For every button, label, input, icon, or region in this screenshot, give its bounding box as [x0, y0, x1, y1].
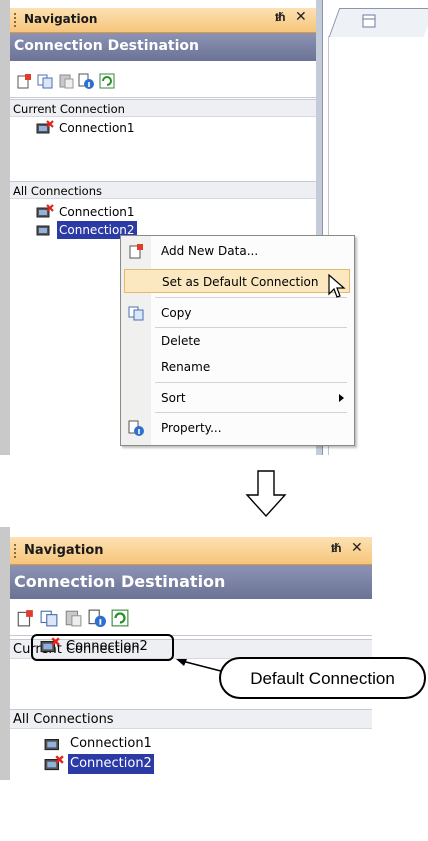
new-data-icon [129, 244, 143, 259]
grip-handle-icon[interactable] [14, 13, 19, 27]
copy-icon[interactable] [40, 609, 58, 627]
connection-destination-title: Connection Destination [14, 572, 226, 591]
callout-text: Default Connection [250, 669, 395, 688]
menu-item-rename[interactable]: Rename [124, 355, 350, 379]
connection-default-icon [36, 120, 54, 134]
pin-icon[interactable]: ᵺ [331, 541, 341, 555]
property-icon[interactable] [88, 609, 106, 627]
connection-icon [36, 225, 50, 236]
refresh-icon[interactable] [99, 73, 115, 89]
copy-icon [128, 306, 144, 321]
navigation-header[interactable]: Navigation ᵺ ✕ [10, 537, 372, 565]
connection-destination-bar: Connection Destination [10, 33, 316, 61]
menu-item-add-new-data[interactable]: Add New Data... [124, 239, 350, 263]
current-connection-highlight [31, 634, 174, 661]
table-icon [362, 14, 376, 28]
menu-item-delete[interactable]: Delete [124, 329, 350, 353]
menu-separator [155, 412, 347, 413]
property-icon[interactable] [78, 73, 94, 89]
new-data-icon[interactable] [16, 609, 34, 627]
copy-icon[interactable] [37, 73, 53, 89]
current-connection-name: Connection1 [59, 121, 135, 135]
menu-item-set-default-connection[interactable]: Set as Default Connection [124, 269, 350, 293]
refresh-icon[interactable] [111, 609, 129, 627]
connection-name: Connection2 [68, 754, 154, 774]
connection-name: Connection1 [70, 736, 152, 751]
connection-destination-bar: Connection Destination [10, 565, 372, 599]
property-icon [128, 420, 144, 436]
menu-item-label: Delete [161, 334, 201, 348]
connection-list-item[interactable]: Connection1 [36, 203, 156, 221]
left-edge-strip [0, 527, 10, 780]
connection-default-icon [36, 204, 54, 218]
submenu-arrow-icon [339, 394, 344, 402]
toolbar [10, 599, 372, 636]
connection-list-item[interactable]: Connection1 [44, 734, 174, 754]
down-arrow-icon [245, 470, 287, 518]
menu-item-label: Add New Data... [161, 244, 259, 258]
current-connection-label: Current Connection [10, 99, 316, 117]
menu-item-label: Property... [161, 421, 222, 435]
menu-item-sort[interactable]: Sort [124, 386, 350, 410]
editor-tab[interactable] [328, 8, 428, 37]
connection-name: Connection1 [59, 205, 135, 219]
close-icon[interactable]: ✕ [351, 540, 363, 556]
menu-item-label: Copy [161, 306, 192, 320]
navigation-title: Navigation [24, 12, 98, 26]
grip-handle-icon[interactable] [14, 544, 19, 558]
connection-icon [44, 739, 59, 751]
navigation-header[interactable]: Navigation ᵺ ✕ [10, 8, 316, 33]
menu-item-label: Rename [161, 360, 211, 374]
paste-icon[interactable] [64, 609, 82, 627]
new-data-icon[interactable] [16, 73, 32, 89]
toolbar [10, 61, 316, 98]
default-connection-callout: Default Connection [219, 657, 426, 699]
connection-destination-title: Connection Destination [14, 38, 200, 54]
paste-icon[interactable] [58, 73, 74, 89]
menu-item-label: Sort [161, 391, 186, 405]
context-menu: Add New Data... Set as Default Connectio… [120, 235, 355, 446]
connection-list-item-selected[interactable]: Connection2 [44, 754, 174, 774]
left-edge-strip [0, 0, 10, 455]
menu-separator [155, 327, 347, 328]
current-connection-item[interactable]: Connection1 [36, 119, 156, 137]
navigation-title: Navigation [24, 543, 104, 558]
close-icon[interactable]: ✕ [295, 9, 307, 25]
menu-item-copy[interactable]: Copy [124, 301, 350, 325]
menu-separator [155, 382, 347, 383]
menu-item-label: Set as Default Connection [162, 275, 319, 289]
mouse-cursor-icon [328, 274, 346, 298]
all-connections-label: All Connections [10, 709, 372, 729]
connection-default-icon [44, 755, 64, 771]
all-connections-label: All Connections [10, 181, 316, 199]
menu-item-property[interactable]: Property... [124, 416, 350, 440]
menu-separator [155, 297, 347, 298]
pin-icon[interactable]: ᵺ [275, 10, 285, 24]
